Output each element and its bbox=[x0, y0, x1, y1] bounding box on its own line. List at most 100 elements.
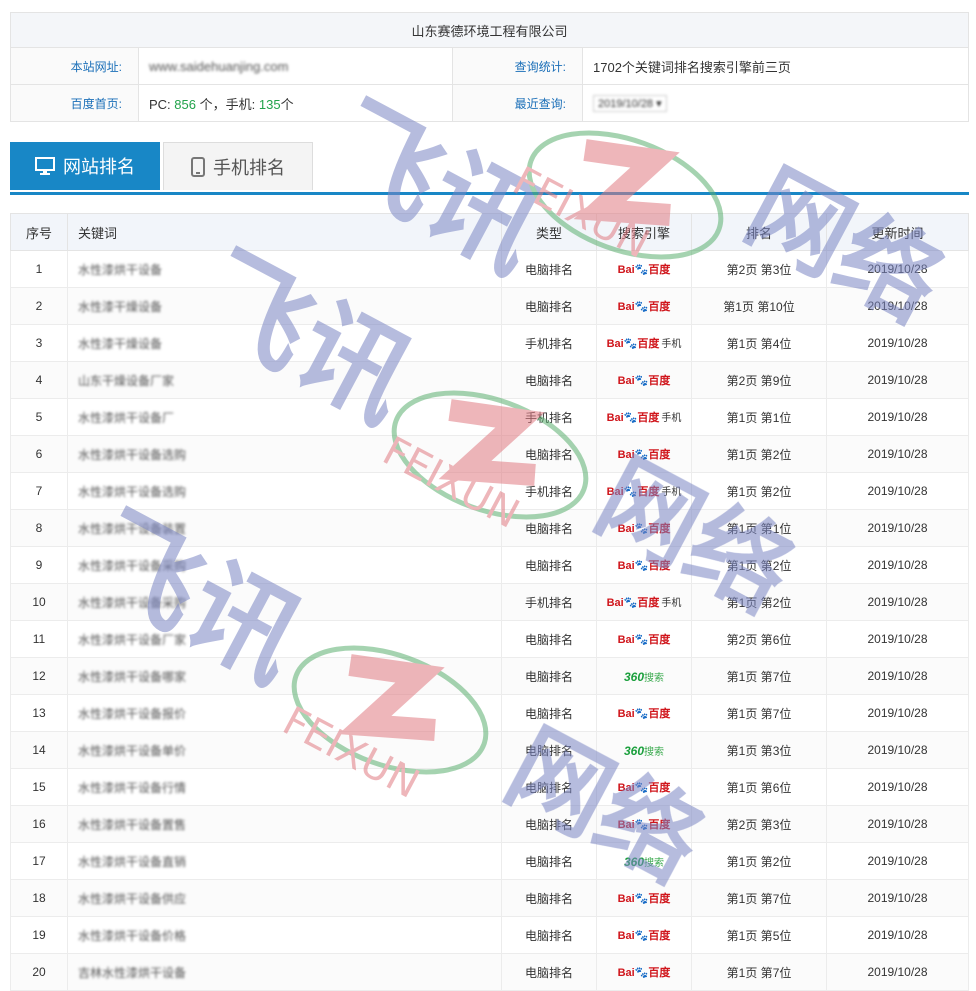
table-row: 1 水性漆烘干设备 电脑排名 Bai🐾百度 第2页 第3位 2019/10/28 bbox=[10, 250, 969, 288]
row-date: 2019/10/28 bbox=[826, 250, 969, 288]
row-no: 16 bbox=[10, 805, 68, 843]
table-row: 20 吉林水性漆烘干设备 电脑排名 Bai🐾百度 第1页 第7位 2019/10/28 bbox=[10, 953, 969, 991]
header-updated: 更新时间 bbox=[826, 213, 969, 251]
row-type: 电脑排名 bbox=[501, 435, 597, 473]
row-date: 2019/10/28 bbox=[826, 657, 969, 695]
baidu-home-label: 百度首页: bbox=[10, 84, 139, 122]
baidu-home-value: PC: 856 个，手机: 135个 bbox=[138, 84, 453, 122]
row-rank: 第1页 第2位 bbox=[691, 842, 827, 880]
row-keyword[interactable]: 水性漆烘干设备哪家 bbox=[67, 657, 502, 695]
engine-360-logo: 360搜索 bbox=[623, 669, 665, 684]
row-keyword[interactable]: 水性漆烘干设备采购 bbox=[67, 546, 502, 584]
row-keyword[interactable]: 水性漆烘干设备厂 bbox=[67, 398, 502, 436]
table-row: 11 水性漆烘干设备厂家 电脑排名 Bai🐾百度 第2页 第6位 2019/10/28 bbox=[10, 620, 969, 658]
engine-baidu-logo: Bai🐾百度 bbox=[617, 708, 671, 720]
row-keyword[interactable]: 水性漆烘干设备 bbox=[67, 250, 502, 288]
engine-baidu-logo: Bai🐾百度 bbox=[617, 523, 671, 535]
row-rank: 第1页 第6位 bbox=[691, 768, 827, 806]
row-date: 2019/10/28 bbox=[826, 916, 969, 954]
engine-baidu-logo: Bai🐾百度 bbox=[617, 560, 671, 572]
table-row: 9 水性漆烘干设备采购 电脑排名 Bai🐾百度 第1页 第2位 2019/10/28 bbox=[10, 546, 969, 584]
row-type: 手机排名 bbox=[501, 472, 597, 510]
row-engine: Bai🐾百度 bbox=[596, 916, 692, 954]
table-row: 3 水性漆干燥设备 手机排名 Bai🐾百度 手机 第1页 第4位 2019/10/28 bbox=[10, 324, 969, 362]
engine-360-logo: 360搜索 bbox=[623, 854, 665, 869]
row-keyword[interactable]: 水性漆烘干设备直销 bbox=[67, 842, 502, 880]
row-engine: Bai🐾百度 bbox=[596, 287, 692, 325]
row-no: 19 bbox=[10, 916, 68, 954]
tab-mobile-rank[interactable]: 手机排名 bbox=[163, 142, 313, 190]
row-date: 2019/10/28 bbox=[826, 768, 969, 806]
row-date: 2019/10/28 bbox=[826, 583, 969, 621]
row-engine: Bai🐾百度 手机 bbox=[596, 472, 692, 510]
row-keyword[interactable]: 水性漆烘干设备单价 bbox=[67, 731, 502, 769]
row-no: 2 bbox=[10, 287, 68, 325]
table-row: 2 水性漆干燥设备 电脑排名 Bai🐾百度 第1页 第10位 2019/10/28 bbox=[10, 287, 969, 325]
engine-baidu-logo: Bai🐾百度 手机 bbox=[606, 338, 682, 350]
row-engine: Bai🐾百度 bbox=[596, 768, 692, 806]
recent-query-label: 最近查询: bbox=[452, 84, 583, 122]
row-rank: 第1页 第2位 bbox=[691, 583, 827, 621]
table-row: 4 山东干燥设备厂家 电脑排名 Bai🐾百度 第2页 第9位 2019/10/28 bbox=[10, 361, 969, 399]
header-no: 序号 bbox=[10, 213, 68, 251]
row-rank: 第1页 第5位 bbox=[691, 916, 827, 954]
stats-value: 1702个关键词排名搜索引擎前三页 bbox=[582, 47, 969, 85]
row-keyword[interactable]: 水性漆烘干设备采购 bbox=[67, 583, 502, 621]
row-keyword[interactable]: 水性漆烘干设备价格 bbox=[67, 916, 502, 954]
row-engine: 360搜索 bbox=[596, 842, 692, 880]
row-date: 2019/10/28 bbox=[826, 805, 969, 843]
row-no: 5 bbox=[10, 398, 68, 436]
row-keyword[interactable]: 水性漆干燥设备 bbox=[67, 287, 502, 325]
header-engine: 搜索引擎 bbox=[596, 213, 692, 251]
row-rank: 第1页 第1位 bbox=[691, 398, 827, 436]
row-no: 13 bbox=[10, 694, 68, 732]
row-type: 电脑排名 bbox=[501, 657, 597, 695]
header-type: 类型 bbox=[501, 213, 597, 251]
table-row: 13 水性漆烘干设备报价 电脑排名 Bai🐾百度 第1页 第7位 2019/10/28 bbox=[10, 694, 969, 732]
table-row: 5 水性漆烘干设备厂 手机排名 Bai🐾百度 手机 第1页 第1位 2019/10/28 bbox=[10, 398, 969, 436]
row-type: 电脑排名 bbox=[501, 694, 597, 732]
row-engine: 360搜索 bbox=[596, 657, 692, 695]
row-date: 2019/10/28 bbox=[826, 953, 969, 991]
row-engine: Bai🐾百度 bbox=[596, 694, 692, 732]
stats-label: 查询统计: bbox=[452, 47, 583, 85]
row-keyword[interactable]: 水性漆烘干设备置售 bbox=[67, 805, 502, 843]
row-rank: 第1页 第2位 bbox=[691, 472, 827, 510]
table-row: 12 水性漆烘干设备哪家 电脑排名 360搜索 第1页 第7位 2019/10/28 bbox=[10, 657, 969, 695]
row-keyword[interactable]: 水性漆烘干设备选购 bbox=[67, 435, 502, 473]
row-type: 电脑排名 bbox=[501, 546, 597, 584]
row-date: 2019/10/28 bbox=[826, 546, 969, 584]
table-row: 19 水性漆烘干设备价格 电脑排名 Bai🐾百度 第1页 第5位 2019/10/28 bbox=[10, 916, 969, 954]
row-rank: 第2页 第3位 bbox=[691, 250, 827, 288]
row-keyword[interactable]: 吉林水性漆烘干设备 bbox=[67, 953, 502, 991]
row-keyword[interactable]: 水性漆烘干设备厂家 bbox=[67, 620, 502, 658]
row-engine: Bai🐾百度 bbox=[596, 546, 692, 584]
row-no: 8 bbox=[10, 509, 68, 547]
row-date: 2019/10/28 bbox=[826, 879, 969, 917]
tab-website-rank[interactable]: 网站排名 bbox=[10, 142, 160, 190]
row-date: 2019/10/28 bbox=[826, 361, 969, 399]
table-row: 14 水性漆烘干设备单价 电脑排名 360搜索 第1页 第3位 2019/10/28 bbox=[10, 731, 969, 769]
row-keyword[interactable]: 水性漆烘干设备选购 bbox=[67, 472, 502, 510]
engine-baidu-logo: Bai🐾百度 bbox=[617, 893, 671, 905]
tab-mobile-label: 手机排名 bbox=[213, 157, 285, 178]
row-no: 3 bbox=[10, 324, 68, 362]
table-header-row: 序号 关键词 类型 搜索引擎 排名 更新时间 bbox=[10, 213, 969, 251]
row-keyword[interactable]: 水性漆烘干设备装置 bbox=[67, 509, 502, 547]
row-keyword[interactable]: 水性漆烘干设备行情 bbox=[67, 768, 502, 806]
recent-date-select[interactable]: 2019/10/28 ▾ bbox=[593, 94, 667, 112]
site-url[interactable]: www.saidehuanjing.com bbox=[149, 59, 288, 74]
row-date: 2019/10/28 bbox=[826, 620, 969, 658]
row-engine: Bai🐾百度 bbox=[596, 435, 692, 473]
row-keyword[interactable]: 山东干燥设备厂家 bbox=[67, 361, 502, 399]
row-engine: 360搜索 bbox=[596, 731, 692, 769]
row-keyword[interactable]: 水性漆干燥设备 bbox=[67, 324, 502, 362]
engine-baidu-logo: Bai🐾百度 bbox=[617, 301, 671, 313]
row-keyword[interactable]: 水性漆烘干设备报价 bbox=[67, 694, 502, 732]
row-rank: 第1页 第2位 bbox=[691, 546, 827, 584]
row-date: 2019/10/28 bbox=[826, 398, 969, 436]
row-rank: 第1页 第1位 bbox=[691, 509, 827, 547]
monitor-icon bbox=[35, 157, 55, 175]
row-keyword[interactable]: 水性漆烘干设备供应 bbox=[67, 879, 502, 917]
row-type: 电脑排名 bbox=[501, 509, 597, 547]
